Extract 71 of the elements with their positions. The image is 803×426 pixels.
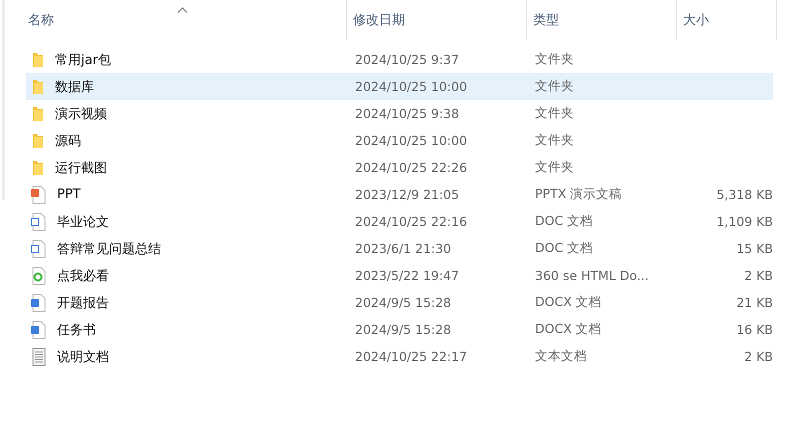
file-row[interactable]: 运行截图 2024/10/25 22:26 文件夹	[26, 154, 773, 181]
file-type: DOCX 文档	[535, 321, 602, 338]
file-name: 说明文档	[57, 348, 109, 366]
file-name: 源码	[55, 132, 81, 150]
file-row[interactable]: 开题报告 2024/9/5 15:28 DOCX 文档 21 KB	[26, 289, 773, 316]
modified-date: 2024/10/25 9:38	[355, 106, 460, 121]
file-row[interactable]: 说明文档 2024/10/25 22:17 文本文档 2 KB	[26, 343, 773, 370]
document-file-icon	[31, 212, 47, 230]
modified-date: 2023/5/22 19:47	[355, 268, 460, 283]
modified-date: 2024/9/5 15:28	[355, 295, 452, 310]
modified-date: 2024/10/25 22:17	[355, 349, 468, 364]
document-file-icon	[31, 320, 47, 338]
file-size: 2 KB	[744, 268, 773, 283]
file-type: PPTX 演示文稿	[535, 186, 622, 203]
file-type: 文件夹	[535, 132, 574, 149]
file-size: 2 KB	[744, 349, 773, 364]
file-row[interactable]: 数据库 2024/10/25 10:00 文件夹	[26, 73, 773, 100]
file-size: 21 KB	[736, 295, 773, 310]
file-type: 文本文档	[535, 348, 587, 365]
file-row[interactable]: 任务书 2024/9/5 15:28 DOCX 文档 16 KB	[26, 316, 773, 343]
folder-icon	[31, 78, 45, 94]
file-name: 数据库	[55, 78, 94, 96]
document-file-icon	[31, 240, 47, 258]
folder-icon	[31, 52, 45, 68]
file-type: 文件夹	[535, 51, 574, 68]
file-name: 点我必看	[57, 268, 109, 284]
file-size: 16 KB	[736, 322, 773, 337]
modified-date: 2023/6/1 21:30	[355, 241, 452, 256]
file-type: 文件夹	[535, 159, 574, 176]
file-type: DOC 文档	[535, 240, 594, 257]
file-type: DOCX 文档	[535, 294, 602, 311]
file-row[interactable]: PPT 2023/12/9 21:05 PPTX 演示文稿 5,318 KB	[26, 181, 773, 208]
file-name: 运行截图	[55, 160, 107, 176]
file-name: 开题报告	[57, 294, 109, 312]
modified-date: 2024/10/25 22:26	[355, 160, 468, 175]
file-type: 文件夹	[535, 105, 574, 122]
file-name: PPT	[57, 187, 81, 202]
file-row[interactable]: 答辩常见问题总结 2023/6/1 21:30 DOC 文档 15 KB	[26, 235, 773, 262]
file-size: 5,318 KB	[716, 187, 773, 202]
file-name: 常用jar包	[55, 52, 111, 68]
file-size: 15 KB	[736, 241, 773, 256]
file-row[interactable]: 点我必看 2023/5/22 19:47 360 se HTML Do... 2 KB	[26, 262, 773, 289]
file-name: 演示视频	[55, 106, 107, 122]
folder-icon	[31, 160, 45, 176]
column-header[interactable]: 名称	[28, 11, 54, 29]
file-row[interactable]: 毕业论文 2024/10/25 22:16 DOC 文档 1,109 KB	[26, 208, 773, 235]
file-name: 毕业论文	[57, 214, 109, 230]
file-row[interactable]: 源码 2024/10/25 10:00 文件夹	[26, 127, 773, 154]
modified-date: 2024/9/5 15:28	[355, 322, 452, 337]
file-type: 360 se HTML Do...	[535, 268, 649, 283]
file-type: 文件夹	[535, 78, 574, 95]
presentation-file-icon	[31, 186, 47, 204]
column-header[interactable]: 类型	[533, 11, 559, 29]
column-header[interactable]: 大小	[683, 11, 709, 29]
folder-icon	[31, 132, 45, 148]
document-file-icon	[31, 294, 47, 312]
modified-date: 2024/10/25 9:37	[355, 52, 460, 67]
web-file-icon	[31, 266, 47, 284]
column-header[interactable]: 修改日期	[353, 11, 405, 29]
file-type: DOC 文档	[535, 213, 594, 230]
file-row[interactable]: 演示视频 2024/10/25 9:38 文件夹	[26, 100, 773, 127]
folder-icon	[31, 106, 45, 122]
modified-date: 2024/10/25 10:00	[355, 79, 468, 94]
modified-date: 2024/10/25 10:00	[355, 133, 468, 148]
file-name: 任务书	[57, 322, 96, 338]
text-file-icon	[31, 348, 47, 366]
file-size: 1,109 KB	[716, 214, 773, 229]
file-row[interactable]: 常用jar包 2024/10/25 9:37 文件夹	[26, 46, 773, 73]
modified-date: 2024/10/25 22:16	[355, 214, 468, 229]
file-name: 答辩常见问题总结	[57, 240, 161, 258]
modified-date: 2023/12/9 21:05	[355, 187, 460, 202]
